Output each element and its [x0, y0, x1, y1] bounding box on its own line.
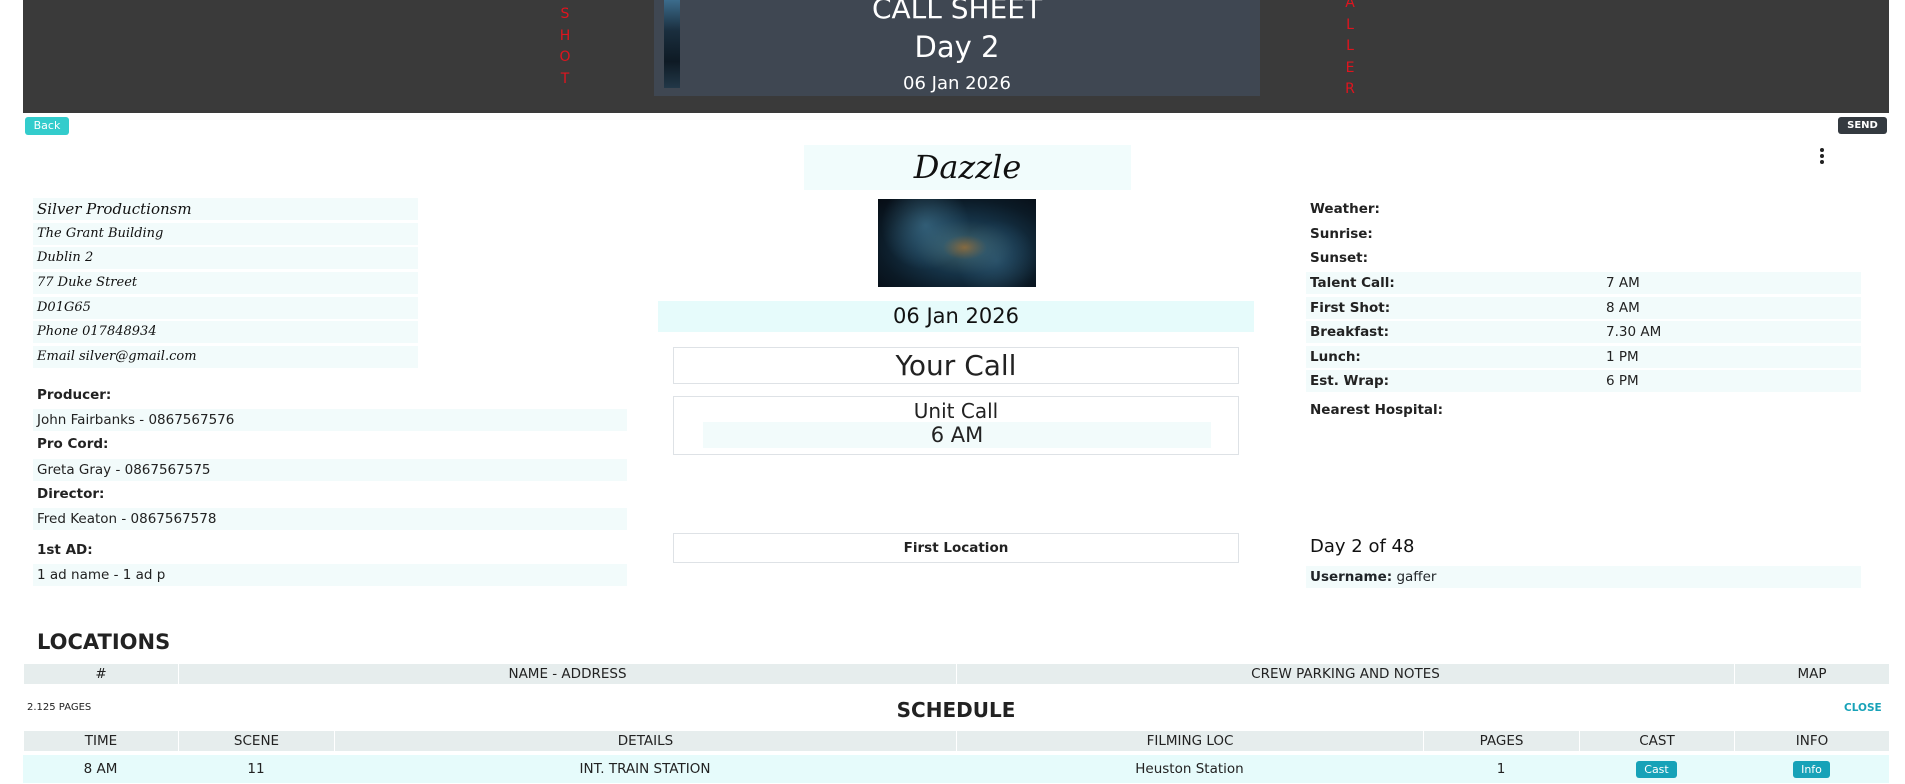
table-row: 8 AM 11 INT. TRAIN STATION Heuston Stati… — [23, 755, 1889, 783]
your-call-box: Your Call — [673, 347, 1239, 384]
column-header: INFO — [1734, 731, 1889, 751]
company-phone: Phone 017848934 — [33, 321, 418, 343]
first-location-box: First Location — [673, 533, 1239, 563]
company-address-line: Dublin 2 — [33, 247, 418, 269]
column-header: CREW PARKING AND NOTES — [956, 664, 1734, 684]
header-date: 06 Jan 2026 — [903, 73, 1011, 94]
unit-call-box: Unit Call 6 AM — [673, 396, 1239, 455]
column-header: # — [23, 664, 178, 684]
producer-label: Producer: — [37, 387, 112, 403]
info-row — [1306, 321, 1861, 343]
cell-info: Info — [1734, 755, 1889, 783]
vertical-label-left: S H O T — [558, 4, 572, 90]
sunrise-label: Sunrise: — [1310, 226, 1373, 242]
pro-cord-value: Greta Gray - 0867567575 — [33, 459, 627, 481]
company-address-line: 77 Duke Street — [33, 272, 418, 294]
pro-cord-label: Pro Cord: — [37, 436, 109, 452]
schedule-table-header: TIME SCENE DETAILS FILMING LOC PAGES CAS… — [23, 731, 1889, 751]
cell-filming-loc: Heuston Station — [1135, 761, 1244, 777]
company-email: Email silver@gmail.com — [33, 346, 418, 368]
send-button[interactable]: SEND — [1838, 117, 1887, 134]
company-address-line: The Grant Building — [33, 223, 418, 245]
first-ad-value: 1 ad name - 1 ad p — [33, 564, 627, 586]
vertical-label-right: A L L E R — [1343, 0, 1357, 101]
username-row: Username: gaffer — [1306, 566, 1861, 588]
vertical-letter: T — [560, 70, 570, 87]
vertical-letter: E — [1345, 59, 1355, 76]
sunset-label: Sunset: — [1310, 250, 1368, 266]
first-ad-label: 1st AD: — [37, 542, 93, 558]
weather-label: Weather: — [1310, 201, 1380, 217]
column-header: NAME - ADDRESS — [178, 664, 956, 684]
username-value: gaffer — [1396, 569, 1437, 585]
est-wrap-label: Est. Wrap: — [1310, 373, 1390, 389]
unit-call-label: Unit Call — [913, 399, 999, 423]
close-schedule-link[interactable]: CLOSE — [1844, 702, 1882, 714]
vertical-letter: R — [1345, 81, 1355, 97]
column-header: SCENE — [178, 731, 334, 751]
column-header: PAGES — [1423, 731, 1579, 751]
nearest-hospital-label: Nearest Hospital: — [1310, 402, 1444, 418]
column-header: FILMING LOC — [956, 731, 1423, 751]
first-shot-label: First Shot: — [1310, 300, 1391, 316]
header-bar: S H O T CALL SHEET Day 2 06 Jan 2026 A L… — [23, 0, 1889, 113]
breakfast-value: 7.30 AM — [1606, 324, 1662, 340]
column-header: CAST — [1579, 731, 1734, 751]
header-day: Day 2 — [914, 30, 1000, 64]
cast-button[interactable]: Cast — [1636, 760, 1677, 778]
back-button[interactable]: Back — [25, 117, 69, 135]
day-count: Day 2 of 48 — [1310, 536, 1415, 557]
director-value: Fred Keaton - 0867567578 — [33, 508, 627, 530]
company-address-line: D01G65 — [33, 297, 418, 319]
column-header: MAP — [1734, 664, 1889, 684]
cell-pages: 1 — [1496, 761, 1506, 777]
cell-time: 8 AM — [83, 761, 118, 777]
talent-call-label: Talent Call: — [1310, 275, 1395, 291]
vertical-letter: H — [559, 27, 571, 44]
info-row — [1306, 346, 1861, 368]
cell-cast: Cast — [1579, 755, 1734, 783]
first-shot-value: 8 AM — [1606, 300, 1640, 316]
more-options-icon[interactable] — [1818, 148, 1826, 164]
info-button[interactable]: Info — [1793, 760, 1830, 778]
schedule-title: SCHEDULE — [896, 698, 1016, 722]
vertical-letter: L — [1346, 38, 1354, 54]
unit-call-value: 6 AM — [703, 422, 1211, 448]
cell-scene: 11 — [247, 761, 265, 777]
lunch-label: Lunch: — [1310, 349, 1361, 365]
vertical-letter: S — [560, 6, 570, 22]
info-row — [1306, 370, 1861, 392]
vertical-letter: L — [1346, 16, 1354, 33]
lunch-value: 1 PM — [1606, 349, 1639, 365]
header-title-panel: CALL SHEET Day 2 06 Jan 2026 — [654, 0, 1260, 96]
est-wrap-value: 6 PM — [1606, 373, 1639, 389]
page-title: CALL SHEET — [871, 0, 1043, 25]
production-title: Dazzle — [804, 145, 1131, 190]
director-label: Director: — [37, 486, 105, 502]
locations-table-header: # NAME - ADDRESS CREW PARKING AND NOTES … — [23, 664, 1889, 684]
column-header: DETAILS — [334, 731, 956, 751]
vertical-letter: A — [1345, 0, 1355, 11]
username-label: Username: — [1310, 569, 1393, 585]
call-date: 06 Jan 2026 — [658, 301, 1254, 332]
column-header: TIME — [23, 731, 178, 751]
production-logo-image — [878, 199, 1036, 287]
talent-call-value: 7 AM — [1606, 275, 1640, 291]
vertical-letter: O — [559, 49, 571, 65]
cell-details: INT. TRAIN STATION — [579, 761, 711, 777]
producer-value: John Fairbanks - 0867567576 — [33, 409, 627, 431]
breakfast-label: Breakfast: — [1310, 324, 1390, 340]
company-name: Silver Productionsm — [33, 198, 418, 220]
locations-title: LOCATIONS — [37, 630, 171, 654]
